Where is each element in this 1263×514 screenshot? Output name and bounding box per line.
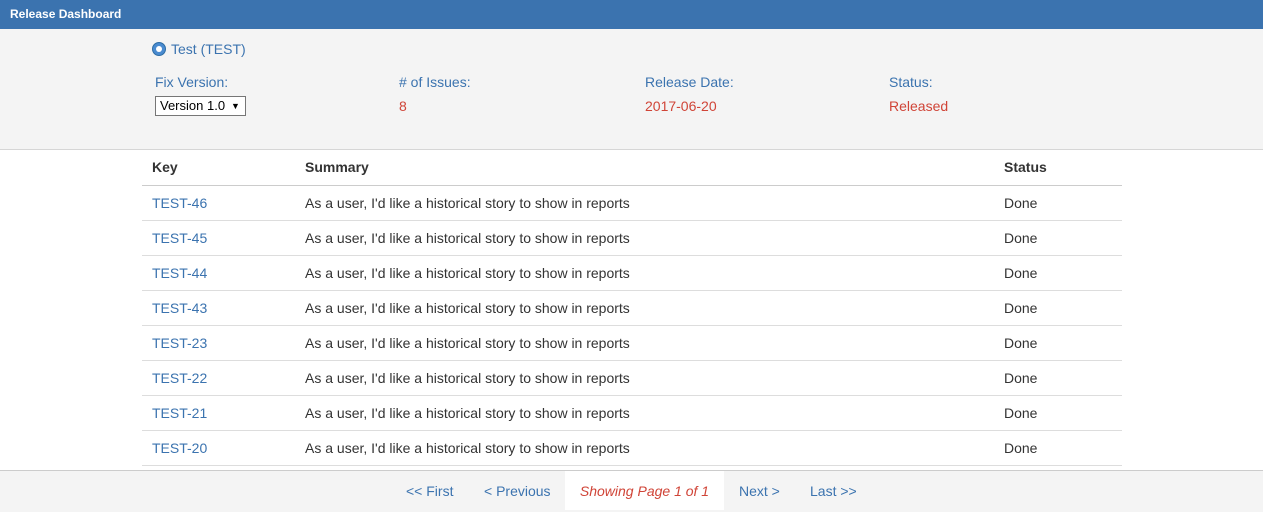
issues-count-field: # of Issues: 8	[399, 74, 471, 114]
pagination-bar: << First < Previous Showing Page 1 of 1 …	[0, 470, 1263, 512]
issue-summary: As a user, I'd like a historical story t…	[295, 395, 994, 431]
release-status-value: Released	[889, 98, 949, 114]
fix-version-select[interactable]: Version 1.0 ▼	[155, 96, 246, 116]
project-link[interactable]: Test (TEST)	[171, 41, 246, 57]
table-row: TEST-43 As a user, I'd like a historical…	[142, 290, 1122, 326]
window-title: Release Dashboard	[0, 0, 1263, 29]
issues-table-container: Key Summary Status TEST-46 As a user, I'…	[142, 150, 1122, 466]
issue-summary: As a user, I'd like a historical story t…	[295, 185, 994, 221]
column-header-summary: Summary	[295, 150, 994, 186]
table-row: TEST-46 As a user, I'd like a historical…	[142, 185, 1122, 221]
issue-status: Done	[994, 430, 1122, 466]
previous-page-link[interactable]: < Previous	[484, 483, 551, 499]
issue-key-link[interactable]: TEST-44	[152, 265, 207, 281]
project-header: Test (TEST)	[152, 39, 246, 59]
page-indicator: Showing Page 1 of 1	[565, 471, 724, 510]
table-row: TEST-23 As a user, I'd like a historical…	[142, 325, 1122, 361]
issue-summary: As a user, I'd like a historical story t…	[295, 360, 994, 396]
release-date-label: Release Date:	[645, 74, 734, 90]
issue-key-link[interactable]: TEST-46	[152, 195, 207, 211]
issue-key-link[interactable]: TEST-45	[152, 230, 207, 246]
release-status-field: Status: Released	[889, 74, 948, 114]
issue-status: Done	[994, 395, 1122, 431]
issue-status: Done	[994, 220, 1122, 256]
issues-count-value: 8	[399, 98, 407, 114]
issue-summary: As a user, I'd like a historical story t…	[295, 220, 994, 256]
issue-status: Done	[994, 290, 1122, 326]
issue-summary: As a user, I'd like a historical story t…	[295, 430, 994, 466]
dropdown-arrow-icon: ▼	[231, 101, 240, 111]
release-date-value: 2017-06-20	[645, 98, 717, 114]
issues-count-label: # of Issues:	[399, 74, 471, 90]
issue-status: Done	[994, 360, 1122, 396]
issues-table: Key Summary Status TEST-46 As a user, I'…	[142, 150, 1122, 466]
first-page-link[interactable]: << First	[406, 483, 453, 499]
release-date-field: Release Date: 2017-06-20	[645, 74, 734, 114]
release-status-label: Status:	[889, 74, 933, 90]
fix-version-field: Fix Version: Version 1.0 ▼	[155, 74, 246, 116]
fix-version-selected: Version 1.0	[160, 98, 226, 113]
table-row: TEST-20 As a user, I'd like a historical…	[142, 430, 1122, 466]
table-row: TEST-44 As a user, I'd like a historical…	[142, 255, 1122, 291]
issue-summary: As a user, I'd like a historical story t…	[295, 255, 994, 291]
last-page-link[interactable]: Last >>	[810, 483, 857, 499]
project-avatar-icon	[152, 42, 166, 56]
next-page-link[interactable]: Next >	[739, 483, 780, 499]
issue-summary: As a user, I'd like a historical story t…	[295, 290, 994, 326]
issue-status: Done	[994, 185, 1122, 221]
issue-key-link[interactable]: TEST-21	[152, 405, 207, 421]
issue-key-link[interactable]: TEST-20	[152, 440, 207, 456]
fix-version-label: Fix Version:	[155, 74, 229, 90]
table-header-row: Key Summary Status	[142, 150, 1122, 186]
release-summary-panel: Test (TEST) Fix Version: Version 1.0 ▼ #…	[0, 29, 1263, 150]
issue-key-link[interactable]: TEST-43	[152, 300, 207, 316]
issue-status: Done	[994, 325, 1122, 361]
column-header-key: Key	[142, 150, 295, 186]
issue-key-link[interactable]: TEST-23	[152, 335, 207, 351]
column-header-status: Status	[994, 150, 1122, 186]
table-row: TEST-45 As a user, I'd like a historical…	[142, 220, 1122, 256]
issue-key-link[interactable]: TEST-22	[152, 370, 207, 386]
table-row: TEST-22 As a user, I'd like a historical…	[142, 360, 1122, 396]
issue-status: Done	[994, 255, 1122, 291]
issue-summary: As a user, I'd like a historical story t…	[295, 325, 994, 361]
table-row: TEST-21 As a user, I'd like a historical…	[142, 395, 1122, 431]
